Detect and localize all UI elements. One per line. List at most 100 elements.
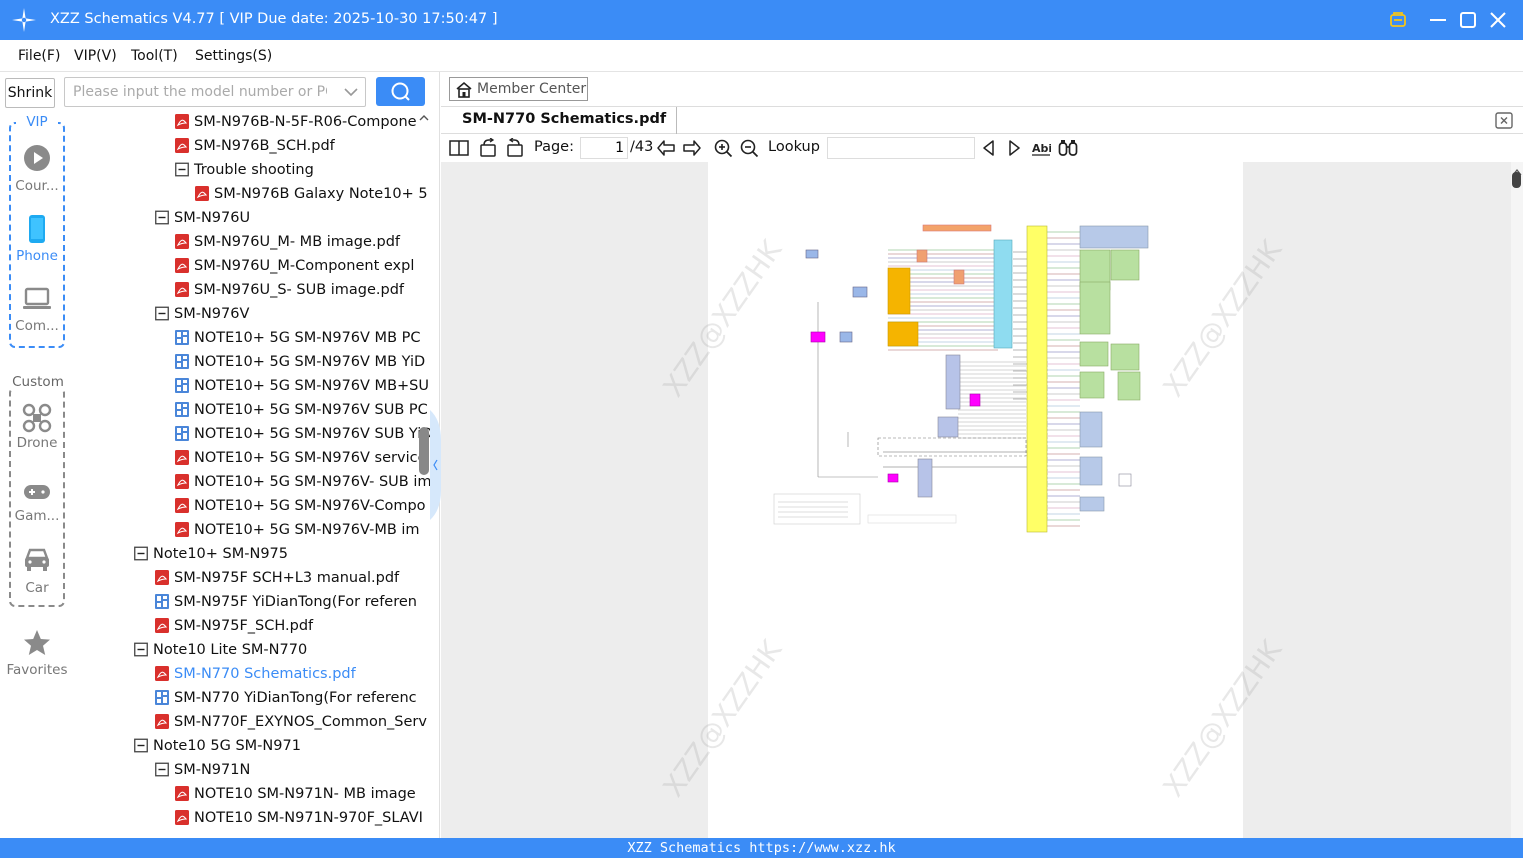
collapse-icon[interactable] — [155, 762, 169, 777]
tree-folder[interactable]: Trouble shooting — [175, 158, 314, 182]
tree-folder[interactable]: Note10 Lite SM-N770 — [134, 638, 307, 662]
nav-item-computer[interactable]: Com... — [0, 286, 74, 334]
status-bar: XZZ Schematics https://www.xzz.hk — [0, 838, 1523, 858]
tree-item-label: NOTE10+ 5G SM-N976V SUB PC — [194, 402, 428, 418]
tree-folder[interactable]: SM-N976U — [155, 206, 250, 230]
two-page-view-icon[interactable] — [449, 138, 469, 158]
tree-file-item[interactable]: NOTE10+ 5G SM-N976V-MB im — [175, 518, 420, 542]
tree-scrollbar-thumb[interactable] — [419, 427, 429, 475]
board-file-icon — [175, 329, 189, 345]
tab-document[interactable]: SM-N770 Schematics.pdf — [452, 107, 678, 134]
schematic-block — [1110, 249, 1140, 281]
tree-file-item[interactable]: SM-N976B_SCH.pdf — [175, 134, 335, 158]
board-file-icon — [155, 593, 169, 609]
tree-file-item[interactable]: SM-N975F_SCH.pdf — [155, 614, 313, 638]
tree-file-item[interactable]: SM-N976B Galaxy Note10+ 5 — [195, 182, 428, 206]
tree-file-item[interactable]: SM-N975F YiDianTong(For referen — [155, 590, 417, 614]
tree-file-item[interactable]: NOTE10+ 5G SM-N976V SUB YiD — [175, 422, 430, 446]
member-center-button[interactable]: Member Center — [449, 77, 588, 101]
menu-settings[interactable]: Settings(S) — [195, 48, 272, 64]
collapse-icon[interactable] — [155, 306, 169, 321]
shrink-button[interactable]: Shrink — [5, 78, 55, 108]
tree-file-item[interactable]: NOTE10+ 5G SM-N976V MB PC — [175, 326, 421, 350]
tree-item-label: NOTE10+ 5G SM-N976V service — [194, 450, 427, 466]
tree-item-label: NOTE10+ 5G SM-N976V MB PC — [194, 330, 421, 346]
collapse-icon[interactable] — [175, 162, 189, 177]
schematic-block — [1079, 225, 1149, 249]
scroll-up-icon[interactable] — [418, 111, 430, 125]
rotate-right-icon[interactable] — [505, 138, 525, 158]
collapse-icon[interactable] — [134, 546, 148, 561]
lookup-label: Lookup — [768, 139, 820, 155]
pdf-file-icon — [155, 617, 169, 633]
tree-folder[interactable]: SM-N976V — [155, 302, 249, 326]
collapse-icon[interactable] — [134, 738, 148, 753]
minimize-icon[interactable] — [1427, 9, 1449, 31]
nav-item-favorites[interactable]: Favorites — [0, 628, 74, 678]
nav-item-game[interactable]: Gam... — [0, 482, 74, 524]
schematic-block — [805, 249, 819, 259]
page-number-input[interactable] — [580, 137, 628, 159]
rotate-left-icon[interactable] — [478, 138, 498, 158]
maximize-icon[interactable] — [1457, 9, 1479, 31]
vip-badge-icon[interactable] — [1387, 9, 1409, 31]
pdf-file-icon — [175, 233, 189, 249]
previous-page-icon[interactable] — [656, 138, 676, 158]
tree-file-item[interactable]: NOTE10+ 5G SM-N976V MB+SU — [175, 374, 429, 398]
tree-file-item[interactable]: NOTE10+ 5G SM-N976V MB YiD — [175, 350, 425, 374]
nav-item-car[interactable]: Car — [0, 546, 74, 596]
tree-file-item[interactable]: NOTE10+ 5G SM-N976V service — [175, 446, 427, 470]
tree-file-item[interactable]: SM-N770F_EXYNOS_Common_Serv — [155, 710, 427, 734]
schematic-block — [1079, 411, 1103, 448]
chevron-down-icon[interactable] — [343, 84, 359, 100]
viewer-scrollbar-thumb[interactable] — [1512, 172, 1521, 188]
find-next-icon[interactable] — [1004, 138, 1024, 158]
tree-folder[interactable]: Note10 5G SM-N971 — [134, 734, 301, 758]
zoom-in-icon[interactable] — [713, 138, 733, 158]
menu-tool[interactable]: Tool(T) — [131, 48, 178, 64]
tree-file-item[interactable]: SM-N976B-N-5F-R06-Compone — [175, 110, 417, 134]
tree-file-item[interactable]: SM-N770 YiDianTong(For referenc — [155, 686, 417, 710]
tree-file-item[interactable]: NOTE10+ 5G SM-N976V-Compo — [175, 494, 426, 518]
menu-bar: File(F) VIP(V) Tool(T) Settings(S) — [0, 40, 1523, 72]
lookup-input[interactable] — [827, 137, 975, 159]
zoom-out-icon[interactable] — [739, 138, 759, 158]
viewer-scrollbar[interactable] — [1511, 162, 1523, 838]
collapse-icon[interactable] — [134, 642, 148, 657]
tree-item-label: SM-N976U — [174, 210, 251, 226]
nav-item-course[interactable]: Cour... — [0, 144, 74, 194]
tree-folder[interactable]: SM-N971N — [155, 758, 250, 782]
close-tab-icon[interactable] — [1495, 112, 1513, 129]
model-search-input[interactable] — [65, 78, 335, 106]
tree-file-item[interactable]: NOTE10 SM-N971N- MB image — [175, 782, 416, 806]
vip-group-title: VIP — [16, 114, 58, 130]
tree-file-item[interactable]: NOTE10+ 5G SM-N976V- SUB im — [175, 470, 430, 494]
tree-item-label: SM-N975F_SCH.pdf — [174, 618, 314, 634]
page-label: Page: — [534, 139, 574, 155]
tree-file-item[interactable]: SM-N976U_M- MB image.pdf — [175, 230, 400, 254]
menu-vip[interactable]: VIP(V) — [74, 48, 117, 64]
schematic-block — [1079, 456, 1103, 486]
tree-file-item[interactable]: SM-N770 Schematics.pdf — [155, 662, 356, 686]
menu-file[interactable]: File(F) — [18, 48, 60, 64]
schematic-block — [852, 286, 868, 298]
match-case-icon[interactable]: Abi — [1031, 138, 1051, 158]
tree-file-item[interactable]: NOTE10 SM-N971N-970F_SLAVI — [175, 806, 423, 830]
binoculars-icon[interactable] — [1058, 138, 1078, 158]
nav-label-computer: Com... — [15, 318, 59, 334]
pdf-viewer[interactable]: XZZ@XZZHK XZZ@XZZHK XZZ@XZZHK XZZ@XZZHK — [441, 162, 1511, 838]
tree-file-item[interactable]: SM-N975F SCH+L3 manual.pdf — [155, 566, 399, 590]
collapse-panel-handle[interactable] — [430, 410, 441, 520]
search-button[interactable] — [376, 77, 425, 106]
model-search-box[interactable] — [64, 77, 366, 107]
tree-file-item[interactable]: SM-N976U_M-Component expl — [175, 254, 414, 278]
collapse-icon[interactable] — [155, 210, 169, 225]
tree-file-item[interactable]: NOTE10+ 5G SM-N976V SUB PC — [175, 398, 428, 422]
close-icon[interactable] — [1487, 9, 1509, 31]
tree-folder[interactable]: Note10+ SM-N975 — [134, 542, 288, 566]
next-page-icon[interactable] — [682, 138, 702, 158]
tree-file-item[interactable]: SM-N976U_S- SUB image.pdf — [175, 278, 404, 302]
nav-item-phone[interactable]: Phone — [0, 214, 74, 264]
nav-item-drone[interactable]: Drone — [0, 403, 74, 451]
find-previous-icon[interactable] — [979, 138, 999, 158]
